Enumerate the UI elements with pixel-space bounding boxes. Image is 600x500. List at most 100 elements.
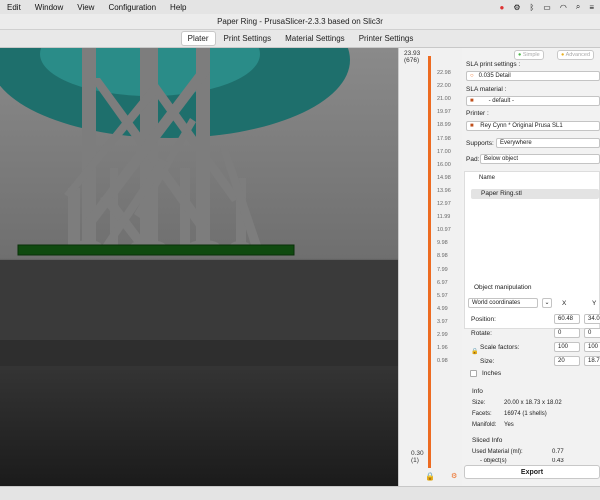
mode-advanced-button[interactable]: ● Advanced [557,50,595,60]
object-material-label: - object(s) [480,458,507,464]
slider-tick-label: 22.98 [437,70,451,76]
scale-y-input[interactable]: 100 [584,342,600,352]
slider-tick-label: 7.99 [437,266,448,273]
supports-label: Supports: [466,140,494,147]
supports-select[interactable]: Everywhere [496,138,600,148]
scale-label: Scale factors: [480,344,520,351]
object-material-value: 0.43 [552,458,564,464]
size-x-input[interactable]: 20 [554,356,580,366]
slider-tick-label: 0.98 [437,358,448,365]
3d-viewport[interactable] [0,48,398,486]
slider-tick-label: 2.99 [437,332,448,338]
info-manifold-label: Manifold: [472,422,497,428]
print-settings-select[interactable]: ○ 0.035 Detail [466,71,600,81]
export-button[interactable]: Export [464,465,600,479]
app-status-icon[interactable]: ● [499,3,504,12]
rotate-label: Rotate: [471,330,492,337]
slider-tick-label: 3.97 [437,318,448,325]
status-bar [0,486,600,500]
slider-tick-label: 18.99 [437,122,451,129]
slider-tick-label: 5.97 [437,292,448,299]
layer-slider[interactable]: 23.93 (676) 22.98 22.00 21.00 19.97 18.99 17.… [398,48,462,486]
size-label: Size: [480,358,495,365]
cog-icon[interactable]: ⚙ [451,472,457,480]
slider-tick-label: 22.00 [437,83,451,90]
rotate-x-input[interactable]: 0 [554,328,580,338]
size-y-input[interactable]: 18.7 [584,356,600,366]
info-manifold-value: Yes [504,422,514,428]
plate-edge [0,340,398,366]
lock-icon[interactable]: 🔒 [425,472,435,481]
slider-tick-label: 14.98 [437,174,451,181]
tab-bar: Plater Print Settings Material Settings … [0,30,600,48]
slider-tick-label: 1.96 [437,345,448,352]
mode-advanced-label: Advanced [565,52,591,58]
slider-tick-label: 17.00 [437,148,451,155]
printer-icon: ■ [470,123,474,129]
slider-top-label: 23.93 (676) [404,50,420,64]
status-icons: ● ⚙ ᛒ ▭ ◠ ⌕ ≡ [499,2,600,12]
info-size-value: 20.00 x 18.73 x 18.02 [504,400,562,406]
pad-label: Pad: [466,156,480,163]
support-pad [17,244,295,256]
menu-edit[interactable]: Edit [0,3,28,12]
tab-plater[interactable]: Plater [180,31,216,46]
slider-tick-label: 10.97 [437,227,451,234]
wifi-icon[interactable]: ◠ [560,3,567,12]
material-value: - default - [488,98,514,104]
coordinate-system-select[interactable]: World coordinates [468,298,538,308]
material-label: SLA material : [466,86,507,93]
settings-icon[interactable]: ⚙ [513,3,520,12]
material-icon: ■ [470,98,474,104]
scale-x-input[interactable]: 100 [554,342,580,352]
mode-simple-button[interactable]: ● Simple [514,50,544,60]
slider-tick-label: 13.96 [437,187,451,194]
slider-tick-label: 21.00 [437,96,451,103]
object-list-header: Name [479,175,496,181]
pad-select[interactable]: Below object [480,154,600,164]
chevron-down-icon[interactable]: ⌄ [542,298,552,308]
slider-track[interactable] [428,56,431,468]
slider-tick-label: 11.99 [437,214,451,221]
rotate-y-input[interactable]: 0 [584,328,600,338]
menu-configuration[interactable]: Configuration [101,3,163,12]
preset-icon: ○ [470,73,474,79]
object-list-item[interactable]: Paper Ring.stl [471,189,599,199]
slider-top-value: 23.93 [404,50,421,57]
sidebar: ● Simple ● Advanced SLA print settings :… [462,48,600,486]
menu-window[interactable]: Window [28,3,70,12]
window-title: Paper Ring - PrusaSlicer-2.3.3 based on … [0,14,600,30]
battery-icon[interactable]: ▭ [543,3,551,12]
tab-printer-settings[interactable]: Printer Settings [353,32,420,45]
axis-x-label: X [562,300,567,307]
material-select[interactable]: ■ - default - [466,96,600,106]
mode-simple-label: Simple [522,52,540,58]
tab-material-settings[interactable]: Material Settings [279,32,351,45]
print-settings-value: 0.035 Detail [478,73,511,79]
inches-checkbox[interactable] [470,370,477,377]
slider-tick-label: 4.99 [437,305,448,312]
printer-select[interactable]: ■ Rey Cynn * Original Prusa SL1 [466,121,600,131]
search-icon[interactable]: ⌕ [576,2,580,12]
slider-bottom-layer: (1) [411,457,419,464]
menu-help[interactable]: Help [163,3,193,12]
position-x-input[interactable]: 60.48 [554,314,580,324]
menu-bar: Edit Window View Configuration Help ● ⚙ … [0,0,600,14]
slider-top-layer: (676) [404,57,420,64]
menu-view[interactable]: View [70,3,101,12]
tab-print-settings[interactable]: Print Settings [218,32,278,45]
inches-label: Inches [482,370,502,377]
printer-label: Printer : [466,110,489,117]
print-settings-label: SLA print settings : [466,61,521,68]
build-plate [0,260,398,340]
slider-tick-label: 16.00 [437,161,451,168]
control-center-icon[interactable]: ≡ [589,3,594,12]
lock-scale-icon[interactable]: 🔒 [471,348,478,355]
position-y-input[interactable]: 34.0 [584,314,600,324]
info-title: Info [472,388,483,395]
bluetooth-icon[interactable]: ᛒ [529,3,534,12]
slider-bottom-label: 0.30 (1) [411,450,424,464]
info-size-label: Size: [472,400,486,406]
slider-tick-label: 6.97 [437,279,448,286]
position-label: Position: [471,316,496,323]
